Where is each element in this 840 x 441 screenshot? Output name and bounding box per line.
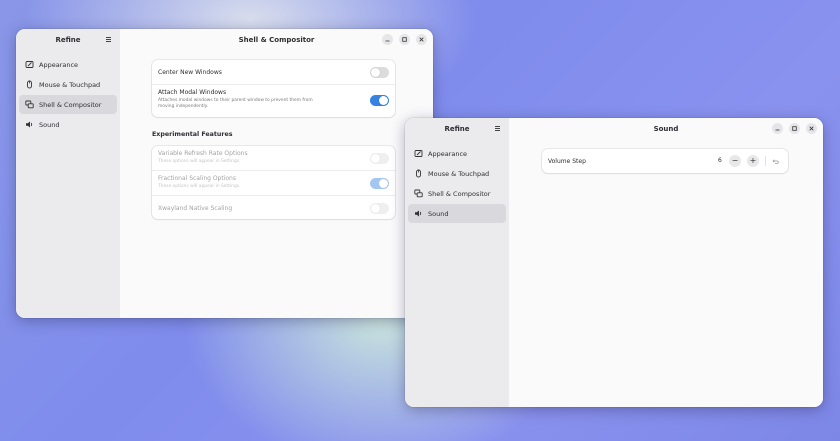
close-icon (809, 126, 814, 131)
decrement-button[interactable]: − (729, 155, 741, 167)
appearance-icon (414, 149, 423, 158)
attach-modal-windows-row[interactable]: Attach Modal Windows Attaches modal wind… (152, 85, 395, 117)
mouse-icon (25, 80, 34, 89)
windows-options-group: Center New Windows Attach Modal Windows … (152, 60, 395, 117)
sidebar-item-mouse-touchpad[interactable]: Mouse & Touchpad (408, 164, 506, 183)
row-title: Fractional Scaling Options (158, 175, 236, 182)
speaker-icon (414, 209, 423, 218)
sound-window: Refine Appearance Mouse & Touchpad Shell… (405, 118, 823, 407)
close-button[interactable] (416, 34, 427, 45)
windows-icon (25, 100, 34, 109)
close-icon (419, 37, 424, 42)
content-area: Shell & Compositor Center New Windows At… (120, 29, 433, 318)
sidebar: Refine Appearance Mouse & Touchpad Shell… (16, 29, 120, 318)
header-bar: Sound (509, 118, 823, 140)
variable-refresh-rate-switch (370, 153, 389, 164)
fractional-scaling-switch (370, 178, 389, 189)
sidebar-title: Refine (444, 125, 470, 133)
maximize-icon (402, 37, 407, 42)
sidebar-item-shell-compositor[interactable]: Shell & Compositor (19, 95, 117, 114)
center-new-windows-switch[interactable] (370, 67, 389, 78)
minimize-icon (385, 40, 390, 42)
row-subtitle: moving independently. (158, 104, 209, 109)
row-subtitle: These options will appear in Settings. (158, 184, 241, 189)
row-title: Attach Modal Windows (158, 89, 227, 96)
sidebar: Refine Appearance Mouse & Touchpad Shell… (405, 118, 509, 407)
sidebar-item-mouse-touchpad[interactable]: Mouse & Touchpad (19, 75, 117, 94)
row-title: Volume Step (548, 158, 586, 165)
sidebar-item-label: Shell & Compositor (39, 100, 102, 109)
speaker-icon (25, 120, 34, 129)
sidebar-item-label: Appearance (39, 60, 79, 69)
maximize-icon (792, 126, 797, 131)
sidebar-item-label: Mouse & Touchpad (428, 169, 490, 178)
sidebar-item-appearance[interactable]: Appearance (408, 144, 506, 163)
sidebar-item-label: Mouse & Touchpad (39, 80, 101, 89)
row-subtitle: These options will appear in Settings. (158, 159, 241, 164)
reset-button[interactable] (769, 155, 781, 167)
sidebar-item-label: Shell & Compositor (428, 189, 491, 198)
xwayland-native-scaling-row: Xwayland Native Scaling (152, 196, 395, 220)
header-bar: Shell & Compositor (120, 29, 433, 51)
separator (765, 156, 766, 166)
windows-icon (414, 189, 423, 198)
sidebar-item-sound[interactable]: Sound (19, 115, 117, 134)
sidebar-item-label: Appearance (428, 149, 468, 158)
fractional-scaling-row: Fractional Scaling Options These options… (152, 171, 395, 196)
hamburger-icon[interactable] (492, 123, 503, 134)
row-subtitle: Attaches modal windows to their parent w… (158, 98, 313, 103)
sidebar-item-label: Sound (39, 120, 60, 129)
minimize-button[interactable] (382, 34, 393, 45)
content-area: Sound Volume Step 6 − + (509, 118, 823, 407)
row-title: Xwayland Native Scaling (158, 205, 233, 212)
sidebar-title: Refine (55, 36, 81, 44)
sidebar-header: Refine (405, 118, 509, 140)
volume-step-value[interactable]: 6 (718, 157, 722, 164)
mouse-icon (414, 169, 423, 178)
center-new-windows-row[interactable]: Center New Windows (152, 60, 395, 85)
appearance-icon (25, 60, 34, 69)
volume-step-row: Volume Step 6 − + (542, 149, 788, 173)
increment-button[interactable]: + (747, 155, 759, 167)
sidebar-header: Refine (16, 29, 120, 51)
maximize-button[interactable] (399, 34, 410, 45)
window-title: Sound (653, 125, 679, 133)
sidebar-item-appearance[interactable]: Appearance (19, 55, 117, 74)
variable-refresh-rate-row: Variable Refresh Rate Options These opti… (152, 146, 395, 171)
attach-modal-windows-switch[interactable] (370, 95, 389, 106)
shell-compositor-window: Refine Appearance Mouse & Touchpad Shell… (16, 29, 433, 318)
minimize-button[interactable] (772, 123, 783, 134)
row-title: Variable Refresh Rate Options (158, 150, 248, 157)
maximize-button[interactable] (789, 123, 800, 134)
minimize-icon (775, 129, 780, 131)
volume-step-group: Volume Step 6 − + (542, 149, 788, 173)
xwayland-native-scaling-switch (370, 203, 389, 214)
row-title: Center New Windows (158, 69, 222, 76)
sidebar-item-label: Sound (428, 209, 449, 218)
sidebar-item-sound[interactable]: Sound (408, 204, 506, 223)
close-button[interactable] (806, 123, 817, 134)
hamburger-icon[interactable] (103, 34, 114, 45)
undo-icon (771, 158, 779, 164)
sidebar-item-shell-compositor[interactable]: Shell & Compositor (408, 184, 506, 203)
window-title: Shell & Compositor (238, 36, 315, 44)
section-title: Experimental Features (152, 131, 233, 138)
experimental-features-group: Variable Refresh Rate Options These opti… (152, 146, 395, 219)
